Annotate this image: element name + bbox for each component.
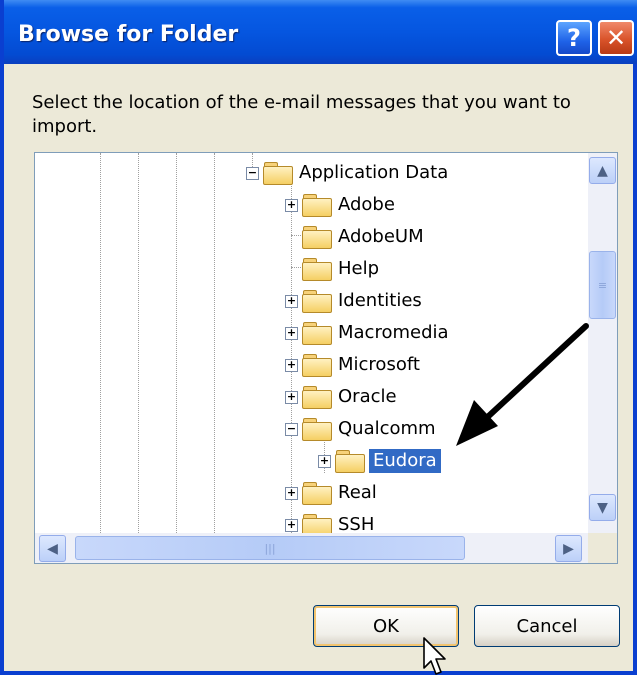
annotation-arrow <box>456 323 589 446</box>
browse-for-folder-dialog: Browse for Folder ? ✕ Select the locatio… <box>0 0 637 675</box>
mouse-cursor-icon <box>423 637 446 675</box>
